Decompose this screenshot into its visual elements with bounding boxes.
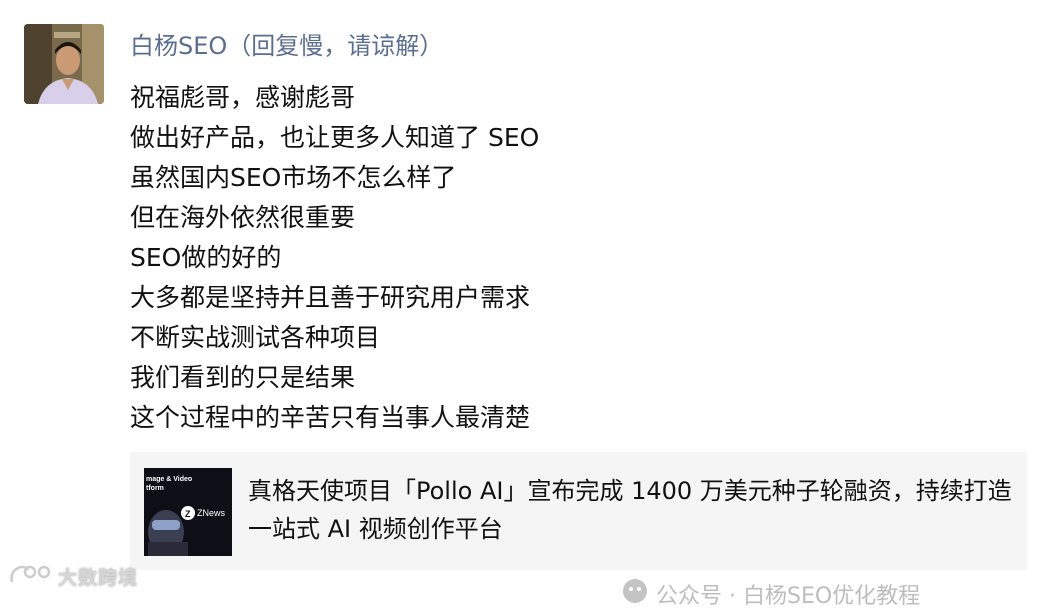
thumbnail-caption: tform [146,485,164,492]
message-line: 但在海外依然很重要 [130,203,356,232]
avatar[interactable] [24,24,104,104]
message-line: 祝福彪哥，感谢彪哥 [130,83,356,112]
message-line: 这个过程中的辛苦只有当事人最清楚 [130,403,531,432]
author-name[interactable]: 白杨SEO（回复慢，请谅解） [130,30,443,62]
message-line: SEO做的好的 [130,243,282,272]
watermark-left: 大数跨境 [8,562,138,590]
message-line: 做出好产品，也让更多人知道了 SEO [130,123,540,152]
link-title[interactable]: 真格天使项目「Pollo AI」宣布完成 1400 万美元种子轮融资，持续打造一… [248,472,1018,548]
message-line: 不断实战测试各种项目 [130,323,381,352]
thumbnail-caption: mage & Video [146,476,192,483]
message-line: 大多都是坚持并且善于研究用户需求 [130,283,531,312]
watermark-right-text: 公众号 · 白杨SEO优化教程 [656,584,921,609]
wechat-official-account-icon [622,578,648,610]
link-thumbnail: mage & Video tform Z ZNews [144,468,232,556]
link-card[interactable]: mage & Video tform Z ZNews 真格天使项目「Pollo … [130,452,1027,570]
message-line: 虽然国内SEO市场不怎么样了 [130,163,457,192]
thumbnail-brand: ZNews [197,508,226,518]
watermark-left-text: 大数跨境 [58,566,139,589]
svg-text:Z: Z [185,509,191,519]
message-body: 祝福彪哥，感谢彪哥 做出好产品，也让更多人知道了 SEO 虽然国内SEO市场不怎… [130,78,539,438]
message-line: 我们看到的只是结果 [130,363,356,392]
watermark-right: 公众号 · 白杨SEO优化教程 [622,578,921,610]
watermark-logo-icon [8,562,54,590]
